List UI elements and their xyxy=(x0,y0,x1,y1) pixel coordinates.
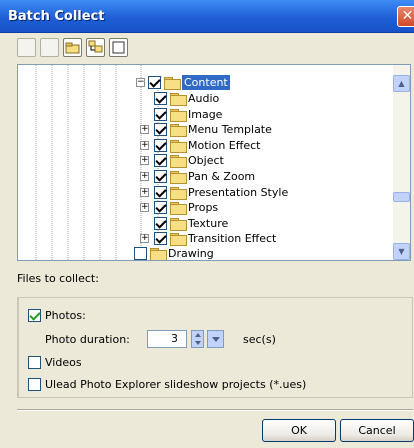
expand-icon[interactable]: + xyxy=(140,141,149,150)
scroll-thumb[interactable] xyxy=(393,192,410,202)
photo-duration-input[interactable]: 3 xyxy=(147,330,187,348)
tree-item-transition-effect[interactable]: + Transition Effect xyxy=(18,231,388,247)
photos-checkbox[interactable] xyxy=(28,309,41,322)
tree-toolbar xyxy=(17,38,149,60)
tree-item-texture[interactable]: Texture xyxy=(18,216,388,232)
expand-icon[interactable]: + xyxy=(140,188,149,197)
tree-item-props[interactable]: + Props xyxy=(18,200,388,216)
select-all-icon[interactable] xyxy=(86,38,105,57)
expand-icon[interactable]: + xyxy=(140,203,149,212)
tree-item-audio[interactable]: Audio xyxy=(18,91,388,107)
folder-icon xyxy=(164,77,181,90)
tree-label: Transition Effect xyxy=(188,232,277,245)
collapse-icon[interactable]: − xyxy=(136,78,145,87)
tree-item-menu-template[interactable]: + Menu Template xyxy=(18,122,388,138)
tree-item-image[interactable]: Image xyxy=(18,107,388,123)
ues-checkbox[interactable] xyxy=(28,378,41,391)
close-button[interactable]: ✕ xyxy=(397,6,414,27)
tree-label: Menu Template xyxy=(188,123,272,136)
tree-checkbox[interactable] xyxy=(154,154,167,167)
photo-duration-label: Photo duration: xyxy=(45,333,130,346)
tree-checkbox[interactable] xyxy=(148,76,161,89)
batch-collect-dialog: Batch Collect ✕ − Content Audio Image + … xyxy=(0,0,414,448)
tree-checkbox[interactable] xyxy=(154,170,167,183)
tree-label: Props xyxy=(188,201,219,214)
title-bar: Batch Collect ✕ xyxy=(0,0,414,33)
folder-icon xyxy=(170,93,187,106)
folder-icon xyxy=(170,171,187,184)
tree-view-icon[interactable] xyxy=(40,38,59,57)
tree-checkbox[interactable] xyxy=(154,186,167,199)
collapse-all-icon[interactable] xyxy=(17,38,36,57)
tree-label: Image xyxy=(188,108,223,121)
expand-icon[interactable]: + xyxy=(140,234,149,243)
category-tree[interactable]: − Content Audio Image + Menu Template + … xyxy=(17,64,411,261)
tree-checkbox[interactable] xyxy=(154,232,167,245)
tree-item-pan-zoom[interactable]: + Pan & Zoom xyxy=(18,169,388,185)
photos-label: Photos: xyxy=(45,309,86,322)
duration-unit-label: sec(s) xyxy=(243,333,276,346)
tree-label: Texture xyxy=(188,217,229,230)
folder-icon xyxy=(170,202,187,215)
expand-icon[interactable]: + xyxy=(140,125,149,134)
tree-label: Pan & Zoom xyxy=(188,170,256,183)
tree-item-content[interactable]: − Content xyxy=(18,75,388,91)
tree-checkbox[interactable] xyxy=(134,247,147,260)
dropdown-arrow-icon[interactable] xyxy=(207,330,224,348)
tree-label: Presentation Style xyxy=(188,186,289,199)
tree-label: Motion Effect xyxy=(188,139,261,152)
tree-item-motion-effect[interactable]: + Motion Effect xyxy=(18,138,388,154)
ok-button[interactable]: OK xyxy=(262,419,336,442)
folder-icon xyxy=(170,218,187,231)
tree-checkbox[interactable] xyxy=(154,139,167,152)
videos-label: Videos xyxy=(45,356,82,369)
scroll-down-icon[interactable]: ▼ xyxy=(393,243,410,260)
scroll-up-icon[interactable]: ▲ xyxy=(393,75,410,92)
folder-icon xyxy=(170,233,187,246)
window-title: Batch Collect xyxy=(8,9,105,24)
tree-checkbox[interactable] xyxy=(154,108,167,121)
open-folder-icon[interactable] xyxy=(63,38,82,57)
tree-checkbox[interactable] xyxy=(154,217,167,230)
files-to-collect-label: Files to collect: xyxy=(17,272,99,285)
tree-scrollbar[interactable]: ▲ ▼ xyxy=(393,65,410,260)
folder-icon xyxy=(170,187,187,200)
tree-checkbox[interactable] xyxy=(154,92,167,105)
tree-label: Audio xyxy=(188,92,220,105)
tree-label: Content xyxy=(182,75,230,90)
folder-icon xyxy=(170,155,187,168)
folder-icon xyxy=(170,109,187,122)
folder-icon xyxy=(150,248,167,260)
tree-label: Object xyxy=(188,154,224,167)
tree-item-presentation-style[interactable]: + Presentation Style xyxy=(18,185,388,201)
separator xyxy=(17,409,413,411)
tree-checkbox[interactable] xyxy=(154,201,167,214)
tree-checkbox[interactable] xyxy=(154,123,167,136)
folder-icon xyxy=(170,124,187,137)
tree-item-drawing[interactable]: Drawing xyxy=(18,246,388,260)
spin-arrows-icon[interactable] xyxy=(191,330,204,348)
ues-label: Ulead Photo Explorer slideshow projects … xyxy=(45,378,307,391)
tree-label: Drawing xyxy=(168,247,214,260)
folder-icon xyxy=(170,140,187,153)
videos-checkbox[interactable] xyxy=(28,356,41,369)
expand-icon[interactable]: + xyxy=(140,172,149,181)
tree-item-object[interactable]: + Object xyxy=(18,153,388,169)
expand-icon[interactable]: + xyxy=(140,156,149,165)
cancel-button[interactable]: Cancel xyxy=(340,419,414,442)
deselect-all-icon[interactable] xyxy=(109,38,128,57)
